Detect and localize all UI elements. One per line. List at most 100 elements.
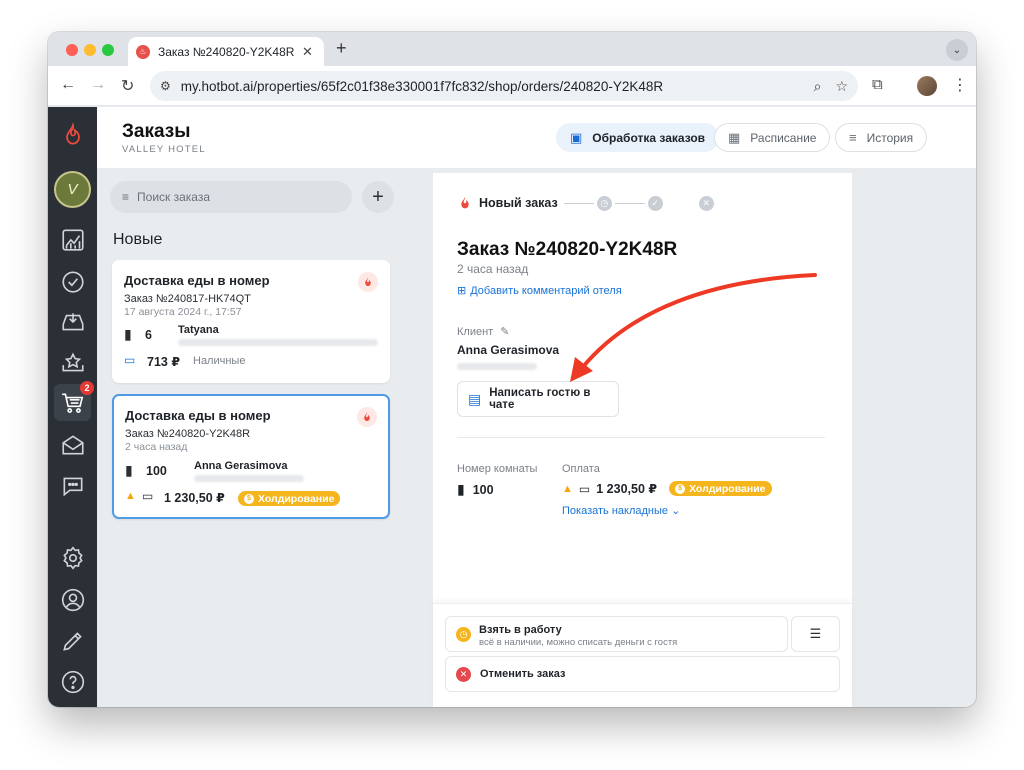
client-label: Клиент ✎ <box>457 325 509 338</box>
account-user-icon[interactable] <box>57 584 88 615</box>
chat-message-icon: ▤ <box>468 390 482 407</box>
status-badge-label: Холдирование <box>258 492 335 505</box>
chat-button-label: Написать гостю в чате <box>489 387 591 411</box>
browser-tab[interactable]: ♨ Заказ №240820-Y2K48R | Va ✕ <box>128 37 324 66</box>
close-window-button[interactable] <box>66 44 78 56</box>
order-number: Заказ №240820-Y2K48R <box>125 428 251 440</box>
order-time: 2 часа назад <box>125 441 188 453</box>
settings-gear-icon[interactable] <box>57 542 88 573</box>
take-order-title: Взять в работу <box>479 624 562 636</box>
door-icon: ▮ <box>124 326 132 342</box>
order-amount: 713 ₽ <box>147 355 181 369</box>
stepper-gap <box>666 203 696 204</box>
tab-label: Расписание <box>750 130 817 145</box>
hotel-avatar[interactable]: V <box>54 171 91 208</box>
add-comment-link[interactable]: ⊞ Добавить комментарий отеля <box>457 284 622 298</box>
guest-name: Anna Gerasimova <box>194 460 288 472</box>
partial-items-button[interactable]: ☰ <box>791 616 840 652</box>
cancel-order-button[interactable]: ✕ Отменить заказ <box>445 656 840 692</box>
coin-icon: $ <box>675 483 686 494</box>
tab-strip: ♨ Заказ №240820-Y2K48R | Va ✕ + ⌄ <box>48 32 976 66</box>
analytics-chart-icon[interactable] <box>57 224 88 255</box>
order-title: Заказ №240820-Y2K48R <box>457 239 678 260</box>
add-comment-label: Добавить комментарий отеля <box>470 284 622 297</box>
page-header: Заказы VALLEY HOTEL ▣ Обработка заказов … <box>97 107 976 168</box>
clock-icon: ◷ <box>456 627 471 642</box>
order-search[interactable]: ≡ <box>110 181 352 213</box>
blurred-contact <box>178 339 378 346</box>
back-arrow-icon[interactable]: ← <box>60 76 76 94</box>
minimize-window-button[interactable] <box>84 44 96 56</box>
room-value: ▮ 100 <box>457 481 494 498</box>
warning-icon: ▲ <box>125 490 136 502</box>
site-settings-icon[interactable]: ⚙ <box>160 79 171 93</box>
take-order-subtitle: всё в наличии, можно списать деньги с го… <box>479 637 678 648</box>
order-detail-panel: Новый заказ ◷ ✓ ✕ Заказ №240820-Y2K48R 2… <box>433 173 852 707</box>
tab-close-icon[interactable]: ✕ <box>302 44 313 60</box>
main-area: Заказы VALLEY HOTEL ▣ Обработка заказов … <box>97 107 976 707</box>
mail-open-icon[interactable] <box>57 429 88 460</box>
address-bar[interactable]: ⚙ my.hotbot.ai/properties/65f2c01f38e330… <box>150 71 858 101</box>
browser-menu-icon[interactable]: ⋮ <box>952 75 968 95</box>
forward-arrow-icon[interactable]: → <box>90 76 106 94</box>
show-invoices-link[interactable]: Показать накладные ⌄ <box>562 504 680 517</box>
room-number: 100 <box>146 464 167 478</box>
new-tab-button[interactable]: + <box>336 38 347 59</box>
edit-pencil-icon[interactable]: ✎ <box>500 326 509 338</box>
url-text: my.hotbot.ai/properties/65f2c01f38e33000… <box>180 78 664 94</box>
door-icon: ▮ <box>457 481 465 497</box>
show-invoices-label: Показать накладные <box>562 505 668 517</box>
app-root: V 2 Заказы VALLEY HOTEL ▣ Обработка зака… <box>48 107 976 707</box>
take-order-button[interactable]: ◷ Взять в работу всё в наличии, можно сп… <box>445 616 788 652</box>
inbox-icon: ▣ <box>570 129 583 145</box>
calendar-icon: ▦ <box>728 129 741 145</box>
status-badge: $ Холдирование <box>238 491 341 506</box>
zoom-search-icon[interactable]: ⌕ <box>814 78 822 95</box>
divider <box>457 437 825 438</box>
tab-order-processing[interactable]: ▣ Обработка заказов <box>556 123 720 152</box>
edit-pencil-icon[interactable] <box>57 625 88 656</box>
payment-label: Оплата <box>562 463 600 475</box>
tab-title: Заказ №240820-Y2K48R | Va <box>158 44 294 59</box>
inbox-download-icon[interactable] <box>57 306 88 337</box>
tab-history[interactable]: ≡ История <box>835 123 928 152</box>
hotel-avatar-letter: V <box>67 181 78 198</box>
status-badge-label: Холдирование <box>689 482 766 495</box>
add-order-button[interactable]: + <box>362 181 394 213</box>
tab-label: Обработка заказов <box>592 130 706 145</box>
hotbot-flame-logo-icon[interactable] <box>57 119 88 150</box>
cancel-order-label: Отменить заказ <box>480 668 566 680</box>
order-card-selected[interactable]: Доставка еды в номер Заказ №240820-Y2K48… <box>112 394 390 519</box>
card-check-icon: ▭ <box>578 481 591 496</box>
order-card[interactable]: Доставка еды в номер Заказ №240817-HK74Q… <box>112 260 390 383</box>
order-search-input[interactable] <box>137 190 328 204</box>
extensions-puzzle-icon[interactable]: ⧉ <box>872 76 883 93</box>
reviews-star-icon[interactable] <box>57 347 88 378</box>
profile-avatar[interactable] <box>917 76 937 96</box>
chat-bubble-icon[interactable] <box>57 470 88 501</box>
payment-method: Наличные <box>193 355 246 367</box>
clock-step-icon: ◷ <box>596 195 612 211</box>
coin-icon: $ <box>244 493 254 504</box>
chat-with-guest-button[interactable]: ▤ Написать гостю в чате <box>457 381 619 417</box>
tab-schedule[interactable]: ▦ Расписание <box>714 123 831 152</box>
room-value-text: 100 <box>472 482 494 497</box>
zoom-window-button[interactable] <box>102 44 114 56</box>
tab-search-button[interactable]: ⌄ <box>946 39 968 61</box>
room-number: 6 <box>145 328 152 342</box>
comment-plus-icon: ⊞ <box>457 285 467 297</box>
order-amount: 1 230,50 ₽ <box>164 491 225 505</box>
shop-cart-icon[interactable]: 2 <box>54 381 94 421</box>
help-question-icon[interactable] <box>57 666 88 697</box>
payment-row: ▲ ▭ 1 230,50 ₽ $ Холдирование <box>562 481 772 496</box>
bookmark-star-icon[interactable]: ☆ <box>835 78 848 95</box>
card-check-icon: ▭ <box>142 489 154 503</box>
tasks-check-icon[interactable] <box>57 266 88 297</box>
browser-toolbar: ← → ↻ ⚙ my.hotbot.ai/properties/65f2c01f… <box>48 66 976 106</box>
status-badge: $ Холдирование <box>669 481 772 496</box>
chevron-down-icon: ⌄ <box>671 505 681 517</box>
flame-icon <box>461 197 469 209</box>
reload-icon[interactable]: ↻ <box>121 76 134 96</box>
browser-window: ♨ Заказ №240820-Y2K48R | Va ✕ + ⌄ ← → ↻ … <box>48 32 976 707</box>
check-step-icon: ✓ <box>647 195 663 211</box>
